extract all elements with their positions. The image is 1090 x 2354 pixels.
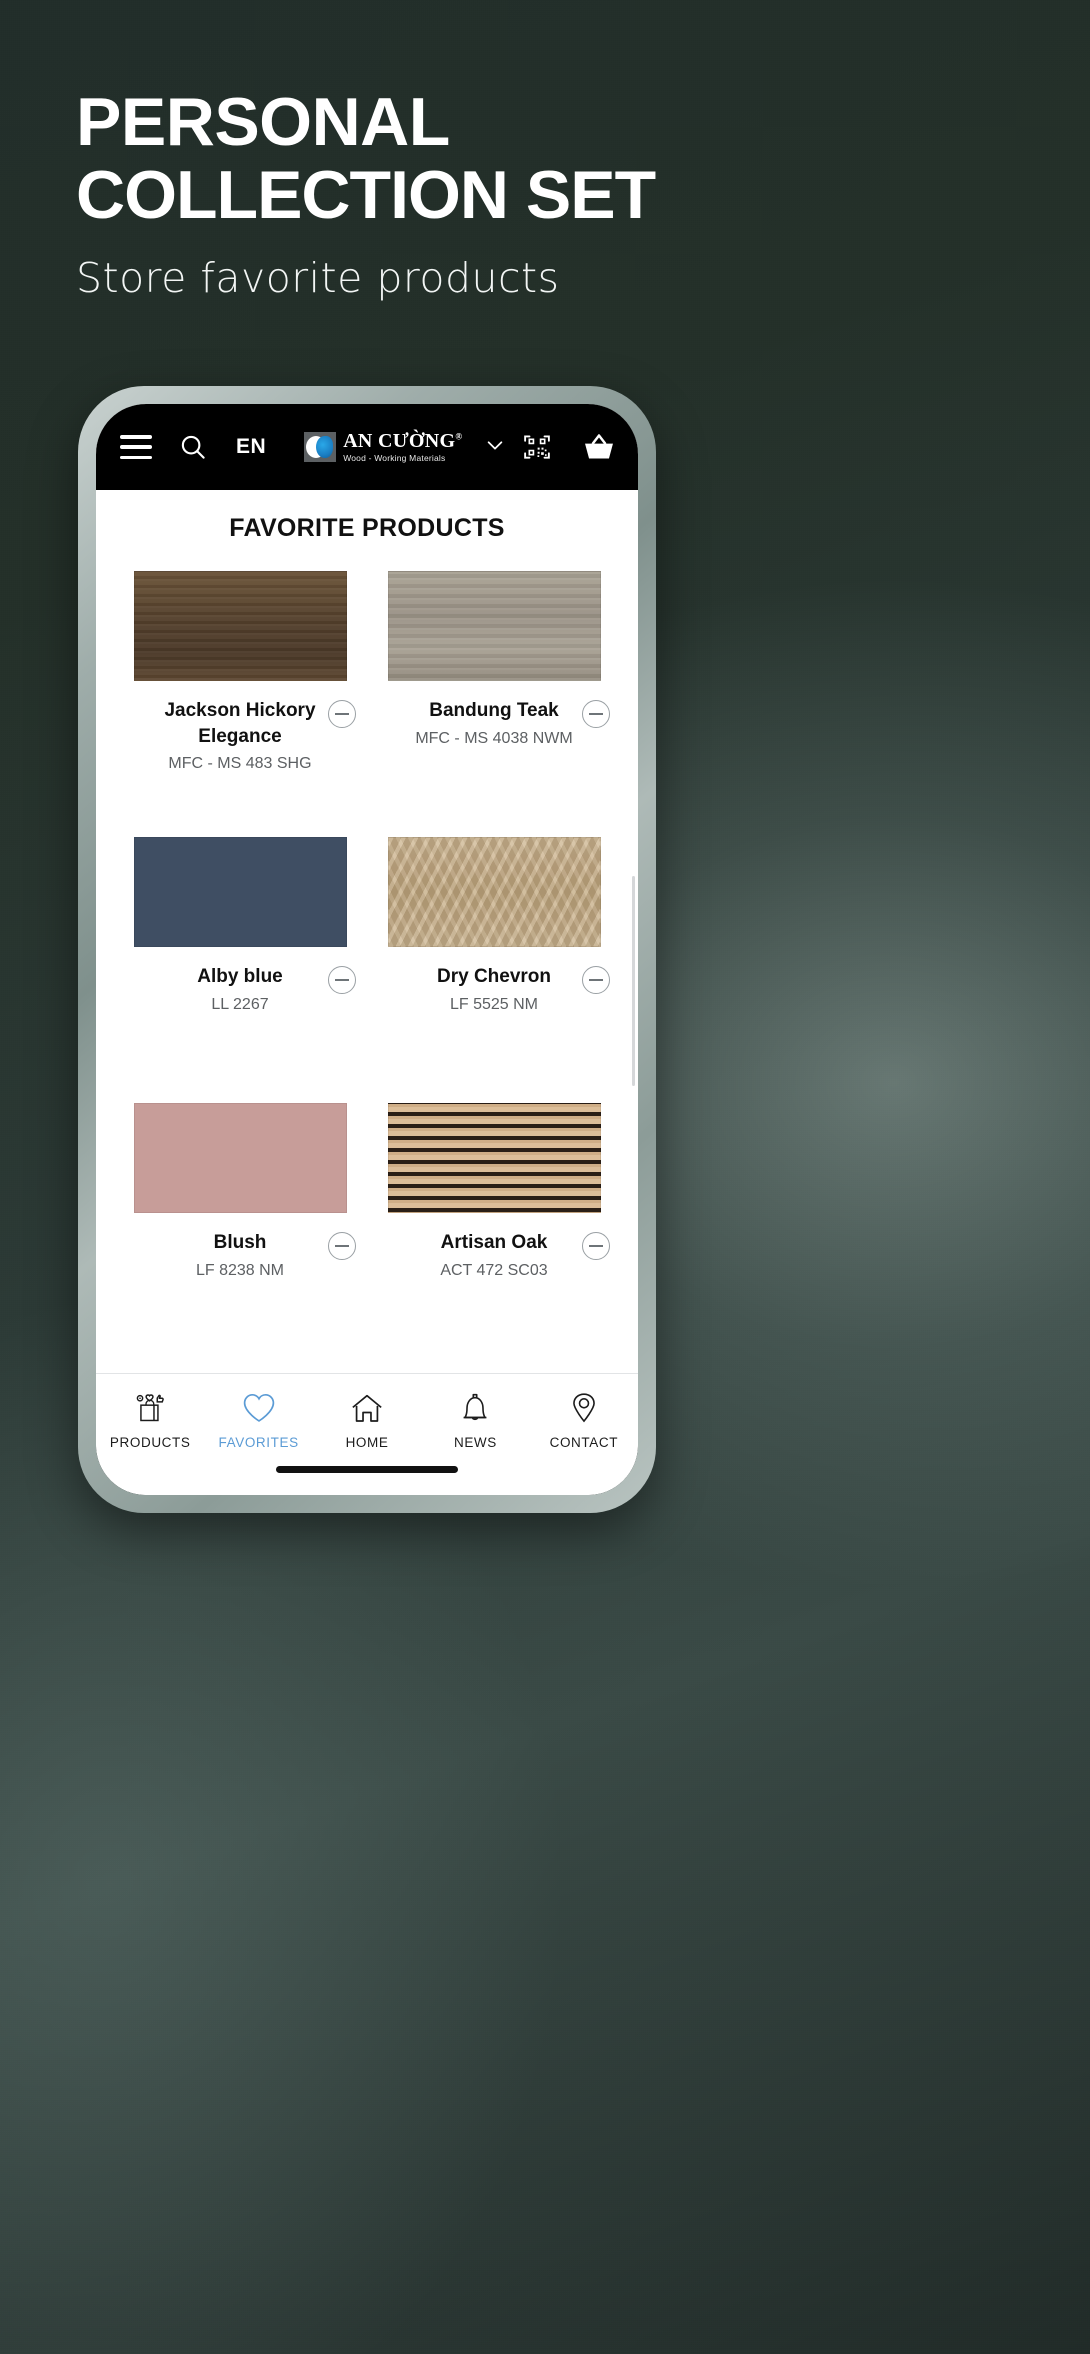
registered-mark: ® [455,431,463,442]
app-header-bar: EN AN CƯỜNG® Wood - Working Materials [96,404,638,490]
nav-label-news: NEWS [453,1435,497,1450]
home-icon [352,1394,382,1422]
content-title: FAVORITE PRODUCTS [229,514,505,542]
product-name: Dry Chevron [436,966,552,987]
product-swatch [133,837,347,947]
hero-text-block: PERSONAL COLLECTION SET Store favorite p… [76,86,1016,302]
product-code: LL 2267 [211,995,269,1013]
product-code: LF 5525 NM [449,995,539,1013]
favorites-grid: Jackson Hickory Elegance MFC - MS 483 SH… [96,549,638,1363]
bell-icon [463,1393,487,1421]
product-name: Artisan Oak [440,1232,548,1253]
product-card[interactable]: Alby blue LL 2267 [116,831,364,1097]
chevron-down-icon [488,440,503,450]
product-name: Jackson Hickory Elegance [164,700,316,747]
remove-favorite-button[interactable] [582,1232,610,1260]
nav-item-products[interactable]: PRODUCTS [96,1390,204,1450]
remove-favorite-button[interactable] [582,700,610,728]
brand-name: AN CƯỜNG® [343,431,462,451]
brand-tagline: Wood - Working Materials [343,453,446,464]
remove-favorite-button[interactable] [328,966,356,994]
product-code: MFC - MS 4038 NWM [415,729,573,747]
product-card[interactable]: Dry Chevron LF 5525 NM [370,831,618,1097]
hero-subtitle: Store favorite products [76,253,560,302]
brand-logo[interactable]: AN CƯỜNG® Wood - Working Materials [304,431,462,463]
an-cuong-logo-icon [304,432,337,462]
product-swatch [387,1103,601,1213]
remove-favorite-button[interactable] [582,966,610,994]
product-name: Blush [213,1232,267,1253]
product-card[interactable]: Blush LF 8238 NM [116,1097,364,1363]
product-card[interactable]: Jackson Hickory Elegance MFC - MS 483 SH… [116,565,364,831]
product-meta: Bandung Teak MFC - MS 4038 NWM [370,698,618,748]
page-title: PERSONAL COLLECTION SET [76,86,1016,232]
product-swatch [387,571,601,681]
app-screen: EN AN CƯỜNG® Wood - Working Materials FA… [96,404,638,1495]
hamburger-icon [120,435,152,459]
nav-label-favorites: FAVORITES [218,1435,299,1450]
product-swatch [133,571,347,681]
hero-title-line2: COLLECTION SET [76,156,656,233]
heart-icon [243,1393,274,1422]
minus-icon [335,1245,349,1247]
search-button[interactable] [178,432,208,462]
menu-button[interactable] [120,435,152,459]
nav-item-home[interactable]: HOME [313,1390,421,1450]
product-meta: Blush LF 8238 NM [116,1230,364,1280]
remove-favorite-button[interactable] [328,700,356,728]
shopping-basket-icon [585,434,613,459]
brand-logo-text: AN CƯỜNG® Wood - Working Materials [343,431,462,463]
nav-item-news[interactable]: NEWS [421,1390,529,1450]
product-code: ACT 472 SC03 [440,1261,548,1279]
minus-icon [589,1245,603,1247]
phone-frame: EN AN CƯỜNG® Wood - Working Materials FA… [78,386,656,1513]
brand-dropdown-button[interactable] [484,434,506,461]
product-meta: Dry Chevron LF 5525 NM [370,964,618,1014]
nav-label-products: PRODUCTS [109,1435,191,1450]
product-meta: Alby blue LL 2267 [116,964,364,1014]
nav-item-favorites[interactable]: FAVORITES [204,1390,312,1450]
minus-icon [589,713,603,715]
qr-scan-icon [524,435,550,459]
remove-favorite-button[interactable] [328,1232,356,1260]
product-card[interactable]: Bandung Teak MFC - MS 4038 NWM [370,565,618,831]
home-indicator [276,1466,458,1473]
product-swatch [387,837,601,947]
favorites-content: FAVORITE PRODUCTS Jackson Hickory Elegan… [96,490,638,1373]
cart-button[interactable] [582,432,616,462]
language-selector[interactable]: EN [236,435,266,459]
search-icon [181,435,205,459]
nav-label-home: HOME [345,1435,389,1450]
nav-label-contact: CONTACT [549,1435,619,1450]
hero-title-line1: PERSONAL [76,84,450,160]
product-card[interactable]: Artisan Oak ACT 472 SC03 [370,1097,618,1363]
product-swatch [133,1103,347,1213]
nav-item-contact[interactable]: CONTACT [530,1390,638,1450]
minus-icon [335,713,349,715]
map-pin-icon [572,1393,595,1423]
minus-icon [589,979,603,981]
product-name: Bandung Teak [429,700,559,721]
product-name: Alby blue [197,966,283,987]
product-meta: Jackson Hickory Elegance MFC - MS 483 SH… [116,698,364,773]
minus-icon [335,979,349,981]
bottom-navigation-bar: PRODUCTS FAVORITES HOME NEWS CONTACT [96,1373,638,1495]
product-code: LF 8238 NM [195,1261,285,1279]
phone-bezel: EN AN CƯỜNG® Wood - Working Materials FA… [96,404,638,1495]
brand-name-text: AN CƯỜNG [343,430,456,453]
product-meta: Artisan Oak ACT 472 SC03 [370,1230,618,1280]
product-code: MFC - MS 483 SHG [168,755,312,773]
vertical-scrollbar[interactable] [632,876,635,1086]
products-bag-icon [136,1394,165,1422]
qr-scan-button[interactable] [522,432,552,462]
